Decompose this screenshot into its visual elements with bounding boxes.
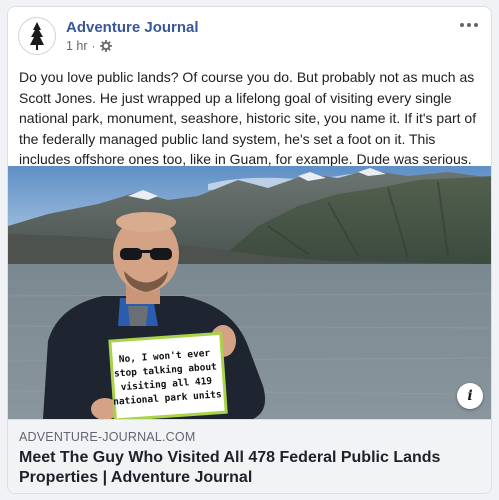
post-meta: 1 hr ·: [66, 39, 112, 53]
post-header: Adventure Journal 1 hr ·: [8, 7, 491, 63]
post-body-text: Do you love public lands? Of course you …: [19, 69, 477, 167]
link-title[interactable]: Meet The Guy Who Visited All 478 Federal…: [19, 448, 479, 488]
photo-scene: No, I won't ever stop talking about visi…: [8, 166, 491, 419]
link-domain: ADVENTURE-JOURNAL.COM: [19, 430, 196, 444]
more-options-button[interactable]: [455, 13, 483, 37]
link-preview[interactable]: ADVENTURE-JOURNAL.COM Meet The Guy Who V…: [8, 419, 491, 493]
post-photo[interactable]: No, I won't ever stop talking about visi…: [8, 166, 491, 419]
meta-separator: ·: [91, 39, 96, 53]
post-timestamp[interactable]: 1 hr: [66, 39, 88, 53]
more-options-icon: [460, 23, 464, 27]
tree-logo-icon: [30, 22, 44, 50]
page-avatar[interactable]: [18, 17, 56, 55]
page-name-link[interactable]: Adventure Journal: [66, 19, 199, 36]
post-card: Adventure Journal 1 hr · Do you love pub…: [7, 6, 492, 494]
info-icon[interactable]: i: [457, 383, 483, 409]
privacy-settings-icon[interactable]: [99, 40, 112, 52]
